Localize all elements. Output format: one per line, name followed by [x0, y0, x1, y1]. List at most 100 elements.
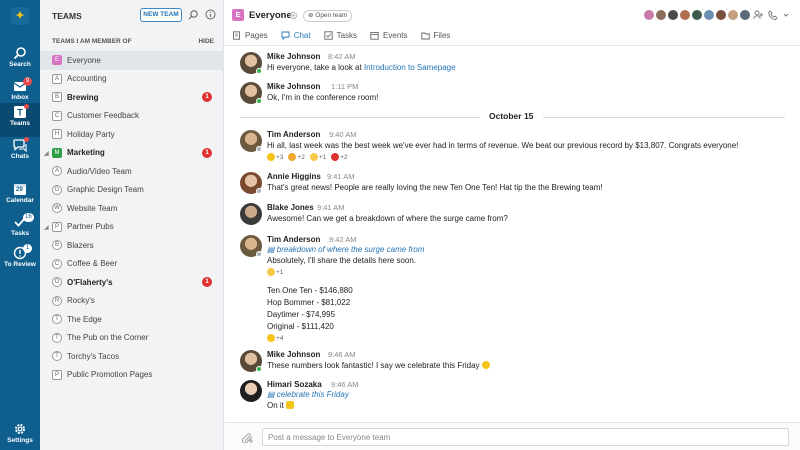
timestamp: 9:42 AM [329, 235, 357, 244]
open-team-badge[interactable]: ⊕ Open team [303, 10, 353, 22]
member-of-label: TEAMS I AM MEMBER OF [52, 38, 132, 45]
app-window: ✦ Search 9 Inbox T Teams Chats 29 Calend… [0, 0, 800, 450]
message-text-part: These numbers look fantastic! I say we c… [267, 361, 480, 370]
member-avatar[interactable] [739, 9, 751, 21]
reaction-thumbs[interactable]: +1 [267, 268, 283, 276]
reaction-cheers[interactable]: +2 [288, 153, 305, 161]
info-icon[interactable] [205, 9, 216, 20]
author-name[interactable]: Mike Johnson [267, 82, 320, 91]
message-list: Mike Johnson 8:42 AM Hi everyone, take a… [225, 46, 800, 422]
member-avatar[interactable] [679, 9, 691, 21]
timestamp: 9:41 AM [317, 203, 345, 212]
gear-icon[interactable] [289, 11, 298, 20]
team-label: Marketing [67, 148, 105, 158]
rail-to-review[interactable]: 1 To Review [0, 244, 40, 278]
team-item-public-promotion[interactable]: P Public Promotion Pages [40, 366, 224, 385]
reaction-heart[interactable]: +2 [331, 153, 348, 161]
team-item-graphic-design[interactable]: G Graphic Design Team [40, 181, 224, 200]
team-label: Graphic Design Team [67, 185, 144, 195]
member-avatars[interactable] [643, 9, 751, 23]
team-item-accounting[interactable]: A Accounting [40, 70, 224, 89]
timestamp: 8:42 AM [328, 52, 356, 61]
team-label: Public Promotion Pages [67, 370, 153, 380]
team-item-partner-pubs[interactable]: ◢ P Partner Pubs [40, 218, 224, 237]
team-item-brewing[interactable]: B Brewing 1 [40, 88, 224, 107]
team-item-oflahertys[interactable]: O O'Flaherty's 1 [40, 273, 224, 292]
reaction-thumbs[interactable]: +1 [309, 153, 326, 161]
team-avatar: B [52, 92, 62, 103]
reaction-bar: +3 +2 +1 +2 [267, 153, 353, 161]
rail-search[interactable]: Search [0, 44, 40, 78]
hide-button[interactable]: HIDE [198, 38, 214, 45]
team-item-customer-feedback[interactable]: C Customer Feedback [40, 107, 224, 126]
team-item-the-edge[interactable]: T The Edge [40, 310, 224, 329]
member-avatar[interactable] [715, 9, 727, 21]
tab-label: Tasks [336, 30, 358, 40]
rail-calendar[interactable]: 29 Calendar [0, 180, 40, 214]
team-item-coffee-beer[interactable]: C Coffee & Beer [40, 255, 224, 274]
rail-teams[interactable]: T Teams [0, 103, 40, 137]
team-item-blazers[interactable]: B Blazers [40, 236, 224, 255]
add-user-icon[interactable] [753, 10, 763, 20]
reaction-laugh[interactable]: +4 [267, 334, 283, 342]
phone-icon[interactable] [768, 10, 778, 20]
member-avatar[interactable] [643, 9, 655, 21]
team-item-pub-on-corner[interactable]: T The Pub on the Corner [40, 329, 224, 348]
team-avatar: P [52, 221, 62, 232]
member-avatar[interactable] [703, 9, 715, 21]
member-avatar[interactable] [727, 9, 739, 21]
member-avatar[interactable] [667, 9, 679, 21]
page-link[interactable]: Introduction to Samepage [364, 63, 456, 72]
online-status-dot [256, 68, 262, 74]
author-name[interactable]: Himari Sozaka [267, 380, 322, 389]
author-name[interactable]: Mike Johnson [267, 52, 320, 61]
team-avatar: O [52, 277, 62, 288]
rail-settings[interactable]: Settings [0, 420, 40, 450]
team-item-holiday-party[interactable]: H Holiday Party [40, 125, 224, 144]
team-item-audio-video[interactable]: A Audio/Video Team [40, 162, 224, 181]
rail-teams-label: Teams [9, 120, 31, 127]
member-avatar[interactable] [655, 9, 667, 21]
chats-unread-dot [24, 137, 29, 142]
team-item-torchys-tacos[interactable]: T Torchy's Tacos [40, 347, 224, 366]
new-team-button[interactable]: NEW TEAM [140, 8, 182, 22]
inbox-count-badge: 9 [23, 77, 32, 86]
tab-chat[interactable]: Chat [281, 29, 311, 41]
author-name[interactable]: Mike Johnson [267, 350, 320, 359]
author-name[interactable]: Annie Higgins [267, 172, 321, 181]
team-item-everyone[interactable]: E Everyone [40, 51, 224, 70]
team-avatar: H [52, 129, 62, 140]
team-label: Audio/Video Team [67, 166, 132, 176]
tab-pages[interactable]: Pages [232, 29, 268, 41]
channel-tabs: Pages Chat Tasks Events Files [232, 29, 463, 41]
team-item-rockys[interactable]: R Rocky's [40, 292, 224, 311]
author-name[interactable]: Tim Anderson [267, 235, 320, 244]
message-input[interactable] [262, 428, 789, 446]
attach-icon[interactable] [242, 431, 254, 443]
team-label: Rocky's [67, 296, 95, 306]
quoted-text[interactable]: ▤ celebrate this Friday [267, 390, 349, 399]
collapse-caret-icon[interactable]: ◢ [44, 150, 49, 157]
open-team-label: Open team [315, 12, 348, 19]
chevron-down-icon[interactable] [781, 10, 791, 20]
avatar[interactable] [240, 380, 262, 402]
tab-tasks[interactable]: Tasks [323, 29, 358, 41]
author-name[interactable]: Blake Jones [267, 203, 314, 212]
avatar[interactable] [240, 203, 262, 225]
rail-tasks[interactable]: 16 Tasks [0, 213, 40, 247]
rail-search-label: Search [9, 61, 31, 68]
team-item-marketing[interactable]: ◢ M Marketing 1 [40, 144, 224, 163]
reaction-laugh[interactable]: +3 [267, 153, 283, 161]
collapse-caret-icon[interactable]: ◢ [44, 224, 49, 231]
tab-events[interactable]: Events [370, 29, 408, 41]
rail-calendar-label: Calendar [6, 197, 34, 204]
author-name[interactable]: Tim Anderson [267, 130, 320, 139]
search-icon[interactable] [188, 9, 199, 20]
member-avatar[interactable] [691, 9, 703, 21]
quoted-text[interactable]: ▤ breakdown of where the surge came from [267, 245, 424, 254]
reaction-count: +3 [276, 153, 284, 161]
team-item-website[interactable]: W Website Team [40, 199, 224, 218]
samepage-logo[interactable]: ✦ [11, 7, 29, 25]
rail-chats[interactable]: Chats [0, 136, 40, 170]
tab-files[interactable]: Files [420, 29, 450, 41]
